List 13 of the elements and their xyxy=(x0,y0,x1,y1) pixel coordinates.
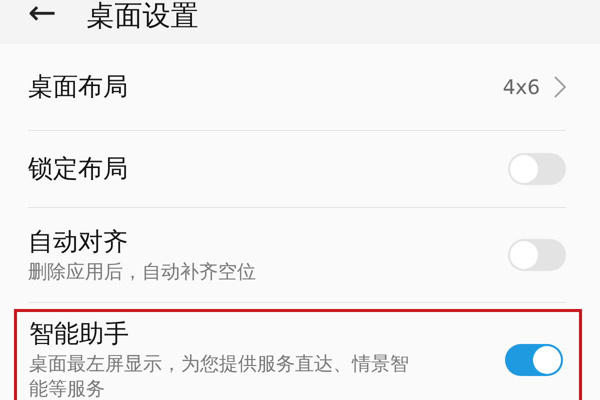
toggle-switch[interactable] xyxy=(508,153,566,185)
page-title: 桌面设置 xyxy=(86,0,198,34)
setting-title: 智能助手 xyxy=(29,318,130,350)
setting-title: 锁定布局 xyxy=(28,153,129,185)
chevron-right-icon xyxy=(554,76,566,98)
setting-description: 删除应用后，自动补齐空位 xyxy=(28,260,257,284)
setting-title: 自动对齐 xyxy=(28,226,129,258)
setting-value: 4x6 xyxy=(502,75,540,99)
toggle-switch[interactable] xyxy=(505,344,563,376)
setting-description: 桌面最左屏显示，为您提供服务直达、情景智能等服务 xyxy=(29,352,410,400)
setting-title: 桌面布局 xyxy=(28,71,129,103)
toggle-switch[interactable] xyxy=(508,239,566,271)
back-button[interactable]: ← xyxy=(28,0,56,32)
